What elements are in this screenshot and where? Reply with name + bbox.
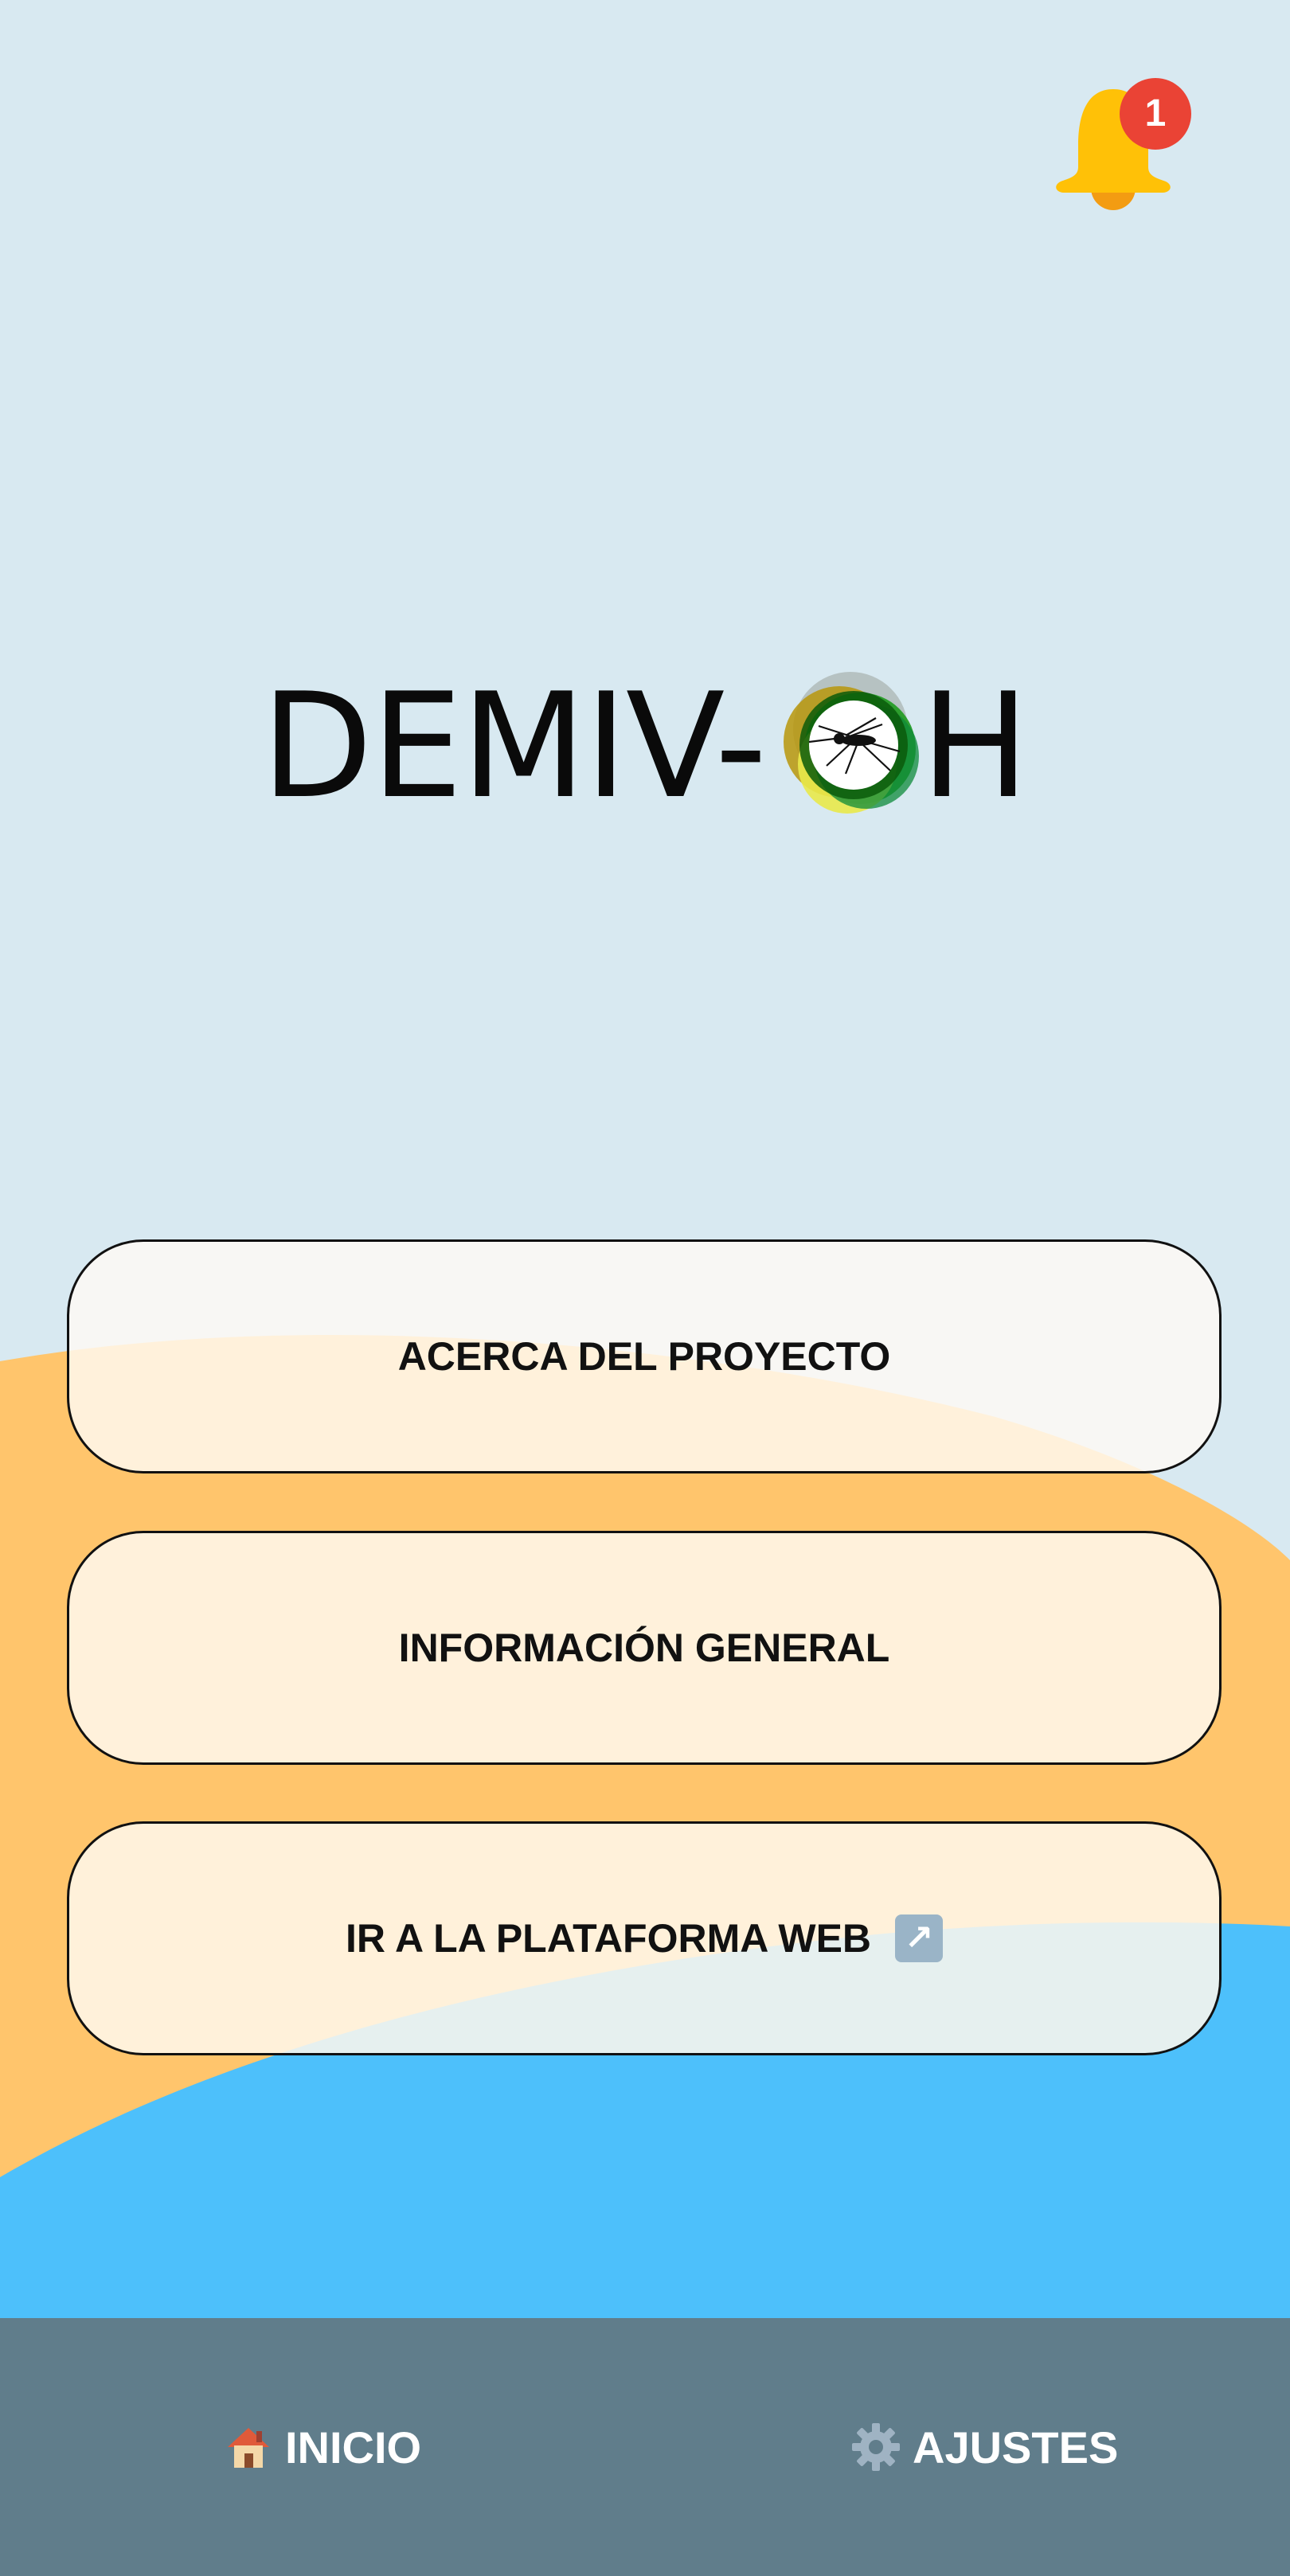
notification-bell-button[interactable]: 1 (1050, 70, 1191, 221)
about-project-label: ACERCA DEL PROYECTO (397, 1334, 891, 1379)
nav-settings-button[interactable]: AJUSTES (850, 2318, 1118, 2576)
nav-settings-label: AJUSTES (913, 2422, 1119, 2473)
logo-text-left: DEMIV- (261, 662, 767, 830)
web-platform-label: IR A LA PLATAFORMA WEB (345, 1916, 872, 1961)
nav-home-button[interactable]: INICIO (223, 2318, 421, 2576)
bottom-navigation-bar: INICIO AJUSTES (0, 2318, 1290, 2576)
nav-home-label: INICIO (285, 2422, 422, 2473)
gear-icon (852, 2423, 900, 2471)
notification-count-badge: 1 (1120, 78, 1191, 150)
logo-text-right: H (921, 662, 1030, 830)
mosquito-emblem-icon (784, 672, 919, 814)
web-platform-button[interactable]: IR A LA PLATAFORMA WEB ↗ (67, 1821, 1222, 2055)
house-icon (228, 2428, 269, 2468)
general-information-label: INFORMACIÓN GENERAL (398, 1626, 890, 1670)
about-project-button[interactable]: ACERCA DEL PROYECTO (67, 1239, 1222, 1473)
app-logo: DEMIV- H (261, 662, 1042, 829)
external-link-icon: ↗ (895, 1914, 944, 1962)
general-information-button[interactable]: INFORMACIÓN GENERAL (67, 1531, 1222, 1765)
